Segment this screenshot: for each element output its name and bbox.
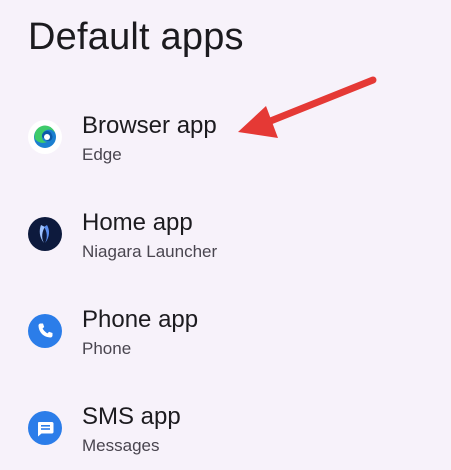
browser-app-title: Browser app [82,112,217,139]
browser-app-summary: Edge [82,145,122,164]
edge-icon [28,120,62,154]
phone-icon [28,314,62,348]
browser-app-item[interactable]: Browser app Edge [0,96,451,193]
sms-app-summary: Messages [82,436,160,455]
home-app-summary: Niagara Launcher [82,242,218,261]
home-app-item[interactable]: Home app Niagara Launcher [0,193,451,290]
phone-app-summary: Phone [82,339,132,358]
page-title: Default apps [28,16,244,58]
sms-app-title: SMS app [82,403,181,430]
default-apps-screen: Default apps Browser app Edge Home app N… [0,0,451,470]
phone-app-title: Phone app [82,306,199,333]
niagara-launcher-icon [28,217,62,251]
sms-app-item[interactable]: SMS app Messages [0,387,451,470]
phone-app-item[interactable]: Phone app Phone [0,290,451,387]
home-app-title: Home app [82,209,193,236]
messages-icon [28,411,62,445]
default-apps-list: Browser app Edge Home app Niagara Launch… [0,96,451,470]
